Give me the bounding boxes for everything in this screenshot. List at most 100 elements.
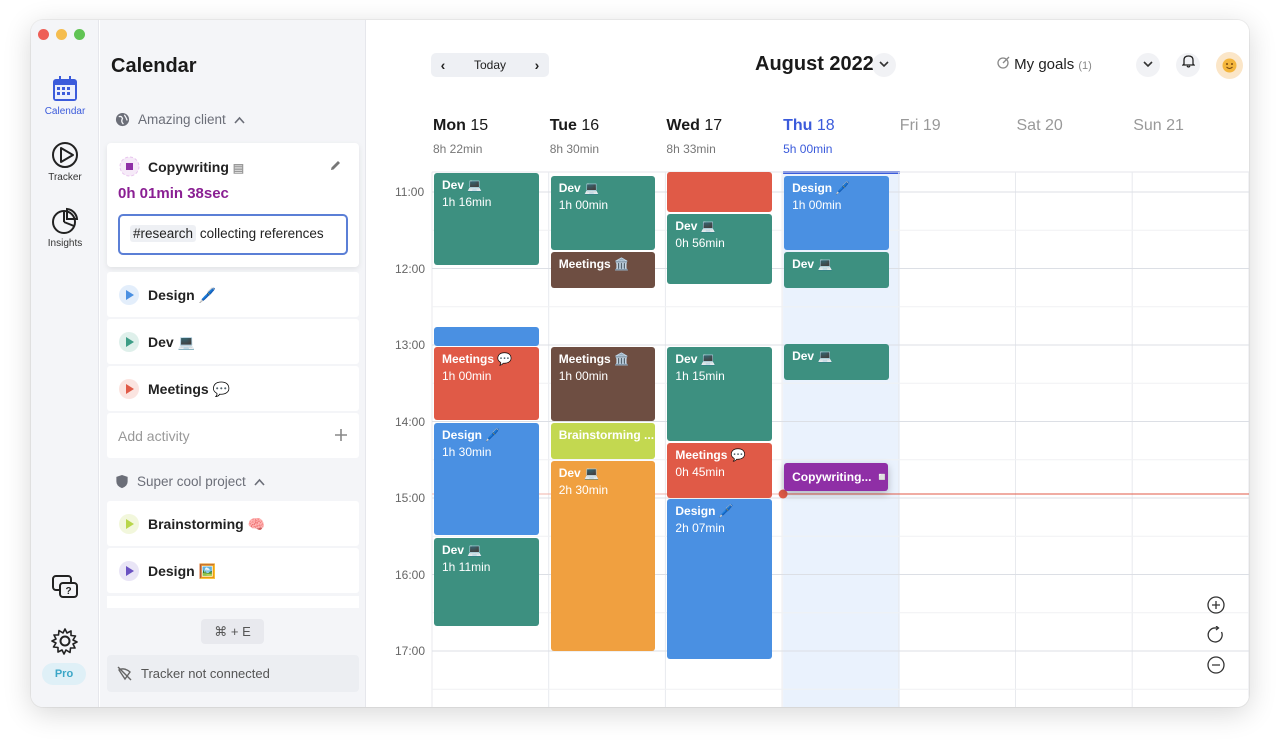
activity-label: Meetings 💬 [148, 381, 231, 397]
group-header-project[interactable]: Super cool project [115, 474, 265, 489]
calendar-main: ‹ Today › August 2022 My goals (1) Mon 1… [367, 20, 1249, 707]
zoom-controls [1203, 590, 1229, 680]
calendar-event[interactable]: Meetings 💬 1h 00min [434, 347, 539, 420]
reset-zoom-button[interactable] [1203, 620, 1229, 650]
event-title: Design 🖊️ [442, 428, 501, 442]
event-duration: 1h 00min [558, 369, 609, 383]
calendar-event[interactable]: Dev 💻 2h 30min [550, 461, 656, 651]
hour-label: 17:00 [395, 644, 426, 658]
event-duration: 0h 45min [675, 465, 725, 479]
rail-item-calendar[interactable]: Calendar [31, 75, 99, 117]
hour-label: 12:00 [395, 261, 426, 276]
sidebar-title: Calendar [111, 55, 197, 77]
event-title: Meetings 💬 [675, 448, 746, 462]
chat-help-icon[interactable]: ? [51, 573, 79, 601]
play-icon[interactable] [119, 561, 139, 581]
event-duration: 2h 07min [675, 521, 725, 535]
event-title: Brainstorming ... [558, 428, 655, 442]
calendar-icon [53, 76, 77, 101]
calendar-event[interactable] [667, 172, 773, 212]
event-title: Meetings 💬 [442, 352, 513, 366]
globe-icon [115, 112, 130, 127]
activity-row-design[interactable]: Design 🖊️ [107, 272, 359, 317]
activity-row-dev[interactable]: Dev 💻 [107, 319, 359, 364]
activity-label: Dev 💻 [148, 334, 196, 350]
calendar-event[interactable]: Dev 💻 [784, 252, 889, 288]
gear-icon[interactable] [51, 627, 79, 655]
tracker-status[interactable]: Tracker not connected [107, 655, 359, 692]
event-duration: 1h 30min [442, 445, 492, 459]
shortcut-hint: ⌘ + E [201, 619, 264, 644]
event-title: Design 🖊️ [792, 181, 851, 195]
calendar-event[interactable]: Dev 💻 1h 15min [667, 347, 773, 441]
event-duration: 1h 00min [792, 198, 842, 212]
rail-label-tracker: Tracker [48, 172, 82, 183]
activity-row-design-project[interactable]: Design 🖼️ [107, 548, 359, 593]
refresh-icon [1207, 626, 1223, 643]
minimize-button[interactable] [56, 29, 67, 40]
app-window: Calendar Tracker Insights ? Pro Calendar… [31, 20, 1249, 707]
zoom-out-icon [1207, 656, 1225, 674]
hour-label: 15:00 [395, 491, 426, 505]
event-title: Design 🖊️ [675, 504, 734, 518]
play-icon[interactable] [119, 285, 139, 305]
calendar-event[interactable] [434, 327, 539, 346]
zoom-out-button[interactable] [1203, 650, 1229, 680]
rail-item-tracker[interactable]: Tracker [31, 141, 99, 183]
event-title: Copywriting... ◽ [792, 470, 889, 484]
activity-label: Design 🖼️ [148, 563, 217, 579]
calendar-event[interactable]: Dev 💻 [784, 344, 889, 380]
activity-note-input[interactable]: #research collecting references [118, 214, 348, 255]
group-header-client[interactable]: Amazing client [115, 112, 245, 127]
tracker-disconnected-icon [117, 666, 132, 681]
group-name-client: Amazing client [138, 112, 226, 127]
play-icon[interactable] [119, 379, 139, 399]
note-tag: #research [130, 225, 197, 242]
rail-item-insights[interactable]: Insights [31, 207, 99, 249]
zoom-in-button[interactable] [1203, 590, 1229, 620]
calendar-event[interactable]: Meetings 🏛️ [550, 252, 656, 288]
group-name-project: Super cool project [137, 474, 246, 489]
tracker-icon [52, 142, 78, 168]
active-activity-card[interactable]: Copywriting ▤ 0h 01min 38sec #research c… [107, 143, 359, 267]
calendar-event[interactable]: Meetings 🏛️ 1h 00min [550, 347, 656, 421]
event-duration: 0h 56min [675, 236, 725, 250]
hour-label: 11:00 [395, 185, 425, 199]
play-icon[interactable] [119, 514, 139, 534]
calendar-event[interactable]: Brainstorming ... [550, 423, 656, 459]
calendar-event[interactable]: Copywriting... ◽ [784, 463, 889, 491]
event-duration: 1h 00min [442, 369, 492, 383]
event-duration: 1h 15min [675, 369, 725, 383]
calendar-event[interactable]: Dev 💻 1h 00min [550, 176, 656, 250]
calendar-event[interactable]: Dev 💻 1h 11min [434, 538, 539, 626]
stop-icon[interactable] [119, 156, 140, 177]
nav-rail: Calendar Tracker Insights ? Pro [31, 20, 99, 707]
sidebar: Calendar Amazing client Copywriting ▤ 0h… [100, 20, 366, 707]
close-button[interactable] [38, 29, 49, 40]
plus-icon[interactable] [334, 428, 348, 442]
chevron-up-icon [254, 478, 265, 486]
calendar-event[interactable]: Design 🖊️ 1h 30min [434, 423, 539, 535]
maximize-button[interactable] [74, 29, 85, 40]
hour-label: 13:00 [395, 338, 426, 352]
event-title: Meetings 🏛️ [558, 352, 629, 366]
event-title: Dev 💻 [675, 219, 716, 233]
calendar-event[interactable]: Dev 💻 0h 56min [667, 214, 773, 284]
activity-row-meetings[interactable]: Meetings 💬 [107, 366, 359, 411]
active-timer: 0h 01min 38sec [118, 185, 229, 202]
zoom-in-icon [1207, 596, 1225, 614]
svg-text:?: ? [65, 586, 71, 597]
rail-label-insights: Insights [47, 238, 83, 249]
calendar-event[interactable]: Design 🖊️ 2h 07min [667, 499, 773, 659]
event-duration: 1h 00min [558, 198, 609, 212]
edit-pencil-icon[interactable] [329, 159, 342, 172]
event-title: Dev 💻 [558, 181, 599, 195]
event-title: Dev 💻 [792, 257, 833, 271]
activity-row-brainstorming[interactable]: Brainstorming 🧠 [107, 501, 359, 546]
add-activity-row[interactable]: Add activity [107, 413, 359, 458]
play-icon[interactable] [119, 332, 139, 352]
calendar-event[interactable]: Design 🖊️ 1h 00min [784, 176, 889, 250]
pro-badge[interactable]: Pro [42, 663, 86, 685]
calendar-event[interactable]: Dev 💻 1h 16min [434, 173, 539, 265]
calendar-event[interactable]: Meetings 💬 0h 45min [667, 443, 773, 498]
